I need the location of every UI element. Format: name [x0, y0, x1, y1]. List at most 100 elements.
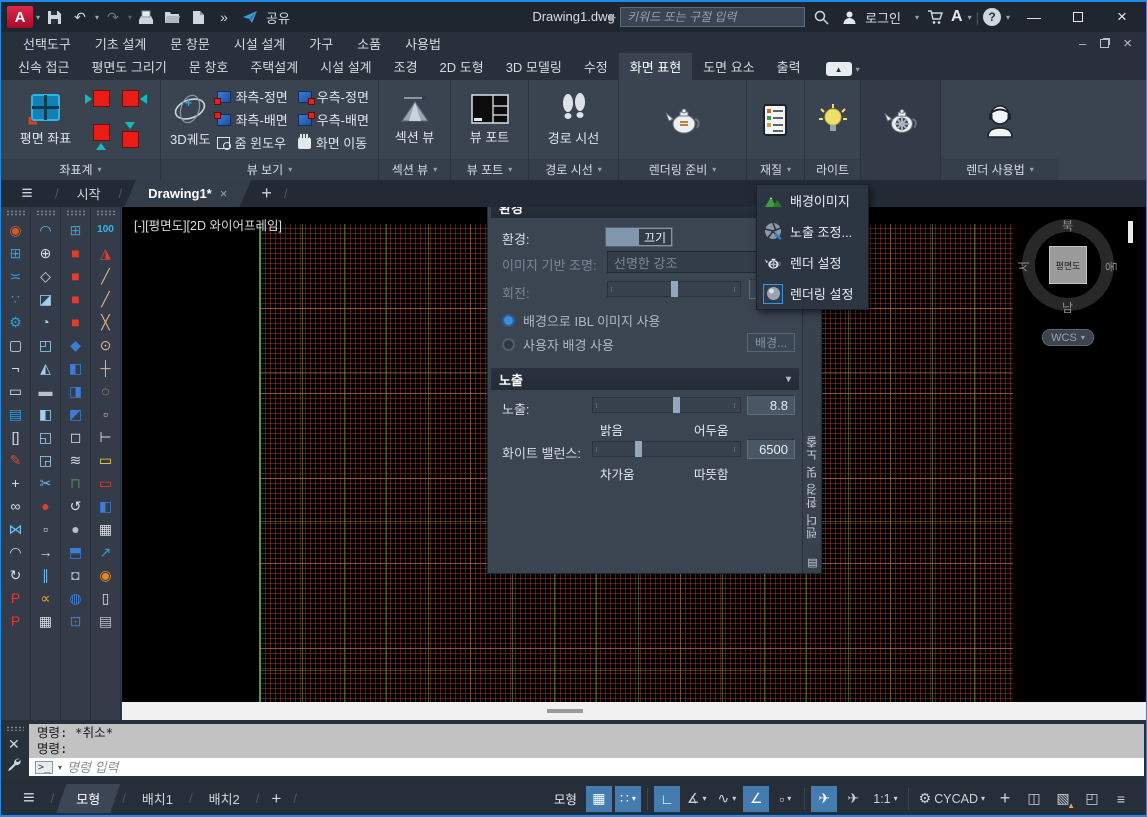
planar-coordinate-button[interactable]: 평면 좌표 [20, 93, 71, 147]
toolbar-drag-grip[interactable] [66, 210, 86, 216]
ribbon-tab-7[interactable]: 3D 모델링 [495, 53, 573, 80]
toolbar-button-3-11[interactable]: ▭ [94, 471, 118, 494]
command-customize-wrench-icon[interactable] [7, 757, 22, 775]
render-usage-button[interactable] [981, 102, 1019, 138]
toolbar-button-3-3[interactable]: ╱ [94, 287, 118, 310]
zoom-window-button[interactable]: 줌 윈도우 [217, 133, 288, 152]
command-drag-grip[interactable] [6, 726, 24, 731]
ribbon-tab-4[interactable]: 시설 설계 [309, 53, 382, 80]
save-button[interactable] [42, 6, 66, 28]
toolbar-button-1-4[interactable]: ◔ [34, 310, 58, 333]
toolbar-drag-grip[interactable] [96, 210, 116, 216]
radio-custom-background[interactable]: 사용자 배경 사용 [502, 335, 614, 354]
palette-vertical-title[interactable]: 렌더 환경 및 노출 [803, 435, 822, 539]
snap-mode-toggle[interactable]: ∷▾ [615, 786, 641, 812]
crosshair-toggle[interactable]: + [992, 786, 1018, 812]
toolbar-button-2-10[interactable]: ≋ [64, 448, 88, 471]
viewport-controls-label[interactable]: [-][평면도][2D 와이어프레임] [134, 215, 282, 234]
search-expand-icon[interactable]: ▶ [609, 12, 616, 23]
orbit-3d-button[interactable]: + 3D궤도 [170, 92, 211, 148]
menu-item-exposure-adjust[interactable]: 노출 조정... [757, 216, 868, 247]
toolbar-button-3-13[interactable]: ▦ [94, 517, 118, 540]
view-right-back-button[interactable]: 우측-배면 [298, 110, 369, 129]
search-icon[interactable] [809, 6, 833, 28]
command-close-icon[interactable]: ✕ [8, 736, 20, 753]
panel-label-viewport[interactable]: 뷰 포트▾ [451, 159, 528, 180]
toolbar-button-1-1[interactable]: ⊕ [34, 241, 58, 264]
view-left-front-button[interactable]: 좌측-정면 [217, 87, 288, 106]
ribbon-tab-6[interactable]: 2D 도형 [429, 53, 495, 80]
toolbar-button-1-5[interactable]: ◰ [34, 333, 58, 356]
palette-display-icon[interactable]: ▤ [803, 556, 822, 569]
panel-label-material[interactable]: 재질▾ [747, 159, 804, 180]
tab-close-icon[interactable]: × [220, 186, 228, 201]
ucs-right-button[interactable] [122, 90, 139, 107]
white-balance-slider[interactable] [592, 441, 741, 457]
panel-label-render-prep[interactable]: 렌더링 준비▾ [619, 159, 746, 180]
undo-button[interactable]: ↶ [68, 6, 92, 28]
horizontal-scrollbar-thumb[interactable] [547, 709, 583, 713]
toolbar-button-3-2[interactable]: ╱ [94, 264, 118, 287]
command-input[interactable] [67, 760, 1138, 775]
toolbar-button-3-6[interactable]: ┼ [94, 356, 118, 379]
login-caret-icon[interactable]: ▾ [915, 13, 919, 22]
model-space-label[interactable]: 모형 [548, 789, 583, 808]
view-right-front-button[interactable]: 우측-정면 [298, 87, 369, 106]
toolbar-button-2-1[interactable]: ■ [64, 241, 88, 264]
toolbar-button-2-13[interactable]: ● [64, 517, 88, 540]
toolbar-button-1-15[interactable]: ∥ [34, 563, 58, 586]
toolbar-button-3-7[interactable]: ◌ [94, 379, 118, 402]
doc-restore-button[interactable] [1100, 39, 1109, 48]
minimize-button[interactable]: — [1014, 4, 1054, 30]
app-store-icon[interactable]: A [951, 8, 963, 26]
tab-start[interactable]: 시작 [61, 180, 117, 207]
polar-tracking-toggle[interactable]: ∡▾ [683, 786, 711, 812]
search-input[interactable] [620, 7, 805, 27]
section-view-button[interactable]: 섹션 뷰 [395, 94, 435, 146]
share-label[interactable]: 공유 [266, 8, 290, 27]
toolbar-button-2-5[interactable]: ◆ [64, 333, 88, 356]
toolbar-button-0-1[interactable]: ⊞ [4, 241, 28, 264]
command-prompt-icon[interactable]: >_ [35, 761, 53, 774]
ribbon-tab-0[interactable]: 신속 접근 [7, 53, 80, 80]
toolbar-button-1-14[interactable]: → [34, 540, 58, 563]
toolbar-button-0-8[interactable]: ▤ [4, 402, 28, 425]
toolbar-button-2-2[interactable]: ■ [64, 264, 88, 287]
viewcube-north-label[interactable]: 북 [1062, 217, 1073, 234]
share-icon[interactable] [238, 6, 262, 28]
toolbar-button-2-8[interactable]: ◩ [64, 402, 88, 425]
toolbar-button-1-0[interactable]: ◠ [34, 218, 58, 241]
isolate-objects-toggle[interactable]: ◫ [1021, 786, 1047, 812]
toolbar-button-3-17[interactable]: ▤ [94, 609, 118, 632]
toolbar-button-1-8[interactable]: ◧ [34, 402, 58, 425]
environment-toggle[interactable]: 끄기 [605, 227, 673, 247]
graphics-performance-toggle[interactable]: ▧▲ [1050, 786, 1076, 812]
toolbar-button-2-4[interactable]: ■ [64, 310, 88, 333]
toolbar-button-1-7[interactable]: ▬ [34, 379, 58, 402]
isodraft-toggle[interactable]: ∠ [743, 786, 769, 812]
user-icon[interactable] [837, 6, 861, 28]
toolbar-button-0-7[interactable]: ▭ [4, 379, 28, 402]
drawing-canvas[interactable]: [-][평면도][2D 와이어프레임] 북 동 남 서 평면도 WCS▾ [122, 207, 1146, 702]
toolbar-button-0-13[interactable]: ⋈ [4, 517, 28, 540]
toolbar-button-0-11[interactable]: + [4, 471, 28, 494]
app-menu-caret-icon[interactable]: ▾ [36, 13, 40, 22]
viewcube-west-label[interactable]: 서 [1015, 261, 1032, 272]
toolbar-button-1-3[interactable]: ◪ [34, 287, 58, 310]
toolbar-button-3-8[interactable]: ▫ [94, 402, 118, 425]
materials-button[interactable] [761, 103, 791, 137]
layout-tab-모형[interactable]: 모형 [56, 784, 120, 813]
background-button[interactable]: 배경... [747, 333, 795, 352]
menu-item-2[interactable]: 문 창문 [158, 34, 222, 53]
annotation-visibility-toggle[interactable]: ✈ [811, 786, 837, 812]
layout-tab-배치1[interactable]: 배치1 [128, 784, 187, 813]
menu-item-rendering-settings[interactable]: 렌더링 설정 [757, 278, 868, 309]
toolbar-drag-grip[interactable] [36, 210, 56, 216]
ribbon-tab-8[interactable]: 수정 [573, 53, 619, 80]
toolbar-button-1-16[interactable]: ∝ [34, 586, 58, 609]
viewcube-east-label[interactable]: 동 [1103, 261, 1120, 272]
toolbar-button-3-15[interactable]: ◉ [94, 563, 118, 586]
toolbar-button-2-11[interactable]: ⊓ [64, 471, 88, 494]
toolbar-button-0-6[interactable]: ¬ [4, 356, 28, 379]
toolbar-button-0-3[interactable]: ∵ [4, 287, 28, 310]
